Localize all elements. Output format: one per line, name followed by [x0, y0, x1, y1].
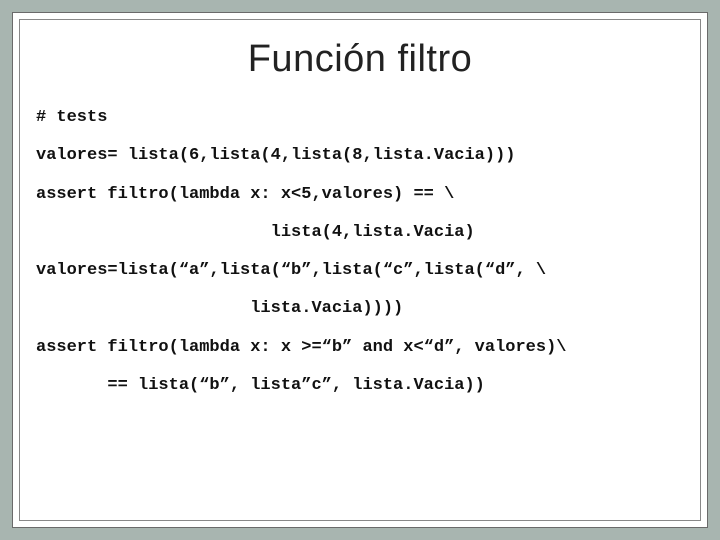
code-block: # tests valores= lista(6,lista(4,lista(8… [36, 99, 684, 405]
code-line: lista(4,lista.Vacia) [36, 214, 684, 252]
slide-outer-frame: Función filtro # tests valores= lista(6,… [0, 0, 720, 540]
code-line: # tests [36, 99, 684, 137]
code-line: lista.Vacia)))) [36, 290, 684, 328]
code-line: valores= lista(6,lista(4,lista(8,lista.V… [36, 137, 684, 175]
slide-inner-frame: Función filtro # tests valores= lista(6,… [12, 12, 708, 528]
slide-content-box: Función filtro # tests valores= lista(6,… [19, 19, 701, 521]
code-line: assert filtro(lambda x: x<5,valores) == … [36, 176, 684, 214]
code-line: assert filtro(lambda x: x >=“b” and x<“d… [36, 329, 684, 367]
code-line: valores=lista(“a”,lista(“b”,lista(“c”,li… [36, 252, 684, 290]
code-line: == lista(“b”, lista”c”, lista.Vacia)) [36, 367, 684, 405]
slide-title: Función filtro [36, 38, 684, 81]
